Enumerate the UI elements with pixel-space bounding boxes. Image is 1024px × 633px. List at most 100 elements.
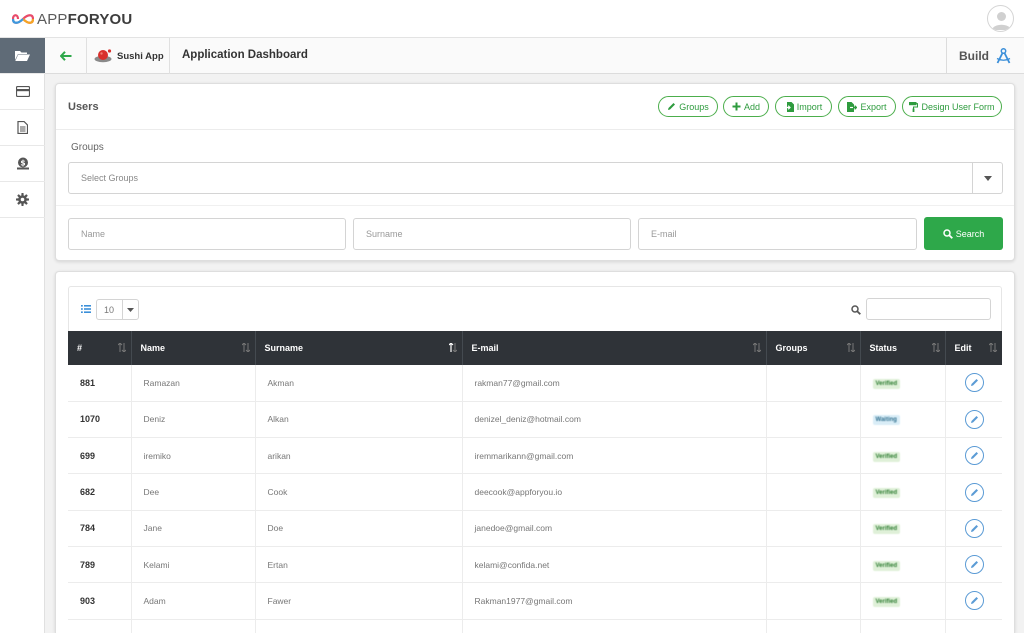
table-row[interactable]: 1070 Deniz Alkan denizel_deniz@hotmail.com W… bbox=[68, 401, 1002, 438]
arrow-left-icon bbox=[59, 51, 71, 61]
sushi-app-icon bbox=[94, 49, 112, 63]
edit-user-button[interactable] bbox=[964, 482, 984, 502]
search-button[interactable]: Search bbox=[924, 217, 1003, 250]
col-header-edit[interactable]: Edit bbox=[945, 331, 1002, 365]
select-groups-dropdown[interactable]: Select Groups bbox=[68, 162, 1003, 194]
cell-email: Rakman1977@gmail.com bbox=[462, 582, 767, 620]
edit-user-button[interactable] bbox=[964, 446, 984, 466]
cell-surname: Alkan bbox=[255, 401, 463, 438]
cell-groups bbox=[766, 401, 861, 438]
edit-user-button[interactable] bbox=[964, 555, 984, 575]
table-row[interactable]: 699 iremiko arikan iremmarikann@gmail.com Ve… bbox=[68, 437, 1002, 474]
folder-open-icon bbox=[15, 51, 30, 61]
import-button[interactable]: Import bbox=[775, 96, 832, 117]
page-title: Application Dashboard bbox=[182, 49, 308, 61]
status-badge: Verified bbox=[872, 488, 901, 499]
cell-status: Verified bbox=[860, 473, 946, 511]
col-header-groups[interactable]: Groups bbox=[766, 331, 861, 365]
surname-input[interactable] bbox=[353, 218, 631, 250]
groups-button-label: Groups bbox=[679, 101, 709, 112]
edit-user-button[interactable] bbox=[964, 373, 984, 393]
back-button[interactable] bbox=[45, 38, 87, 74]
col-header-label: E-mail bbox=[471, 343, 499, 353]
edit-user-button[interactable] bbox=[964, 518, 984, 538]
email-input[interactable] bbox=[638, 218, 917, 250]
app-selector[interactable]: Sushi App bbox=[88, 38, 170, 74]
cell-edit bbox=[945, 438, 1002, 474]
cell-surname: Ertan bbox=[255, 546, 463, 583]
col-header-label: Surname bbox=[264, 343, 304, 353]
user-icon bbox=[992, 12, 1011, 30]
build-button[interactable]: Build bbox=[946, 38, 1024, 74]
cell-name: Adam bbox=[131, 582, 256, 620]
table-row[interactable]: 789 Kelami Ertan kelami@confida.net Verified bbox=[68, 546, 1002, 583]
plus-icon bbox=[732, 102, 741, 111]
table-row[interactable]: 784 Jane Doe janedoe@gmail.com Verified bbox=[68, 510, 1002, 547]
sort-icon bbox=[117, 343, 126, 352]
card-header-divider bbox=[56, 129, 1014, 130]
table-row[interactable]: 903 Adam Fawer Rakman1977@gmail.com Verified bbox=[68, 582, 1002, 620]
name-input[interactable] bbox=[68, 218, 346, 250]
sidebar-item-settings[interactable] bbox=[0, 182, 45, 218]
design-user-form-button[interactable]: Design User Form bbox=[902, 96, 1002, 117]
col-header-name[interactable]: Name bbox=[131, 331, 256, 365]
export-button[interactable]: Export bbox=[838, 96, 896, 117]
export-button-label: Export bbox=[860, 101, 887, 112]
search-icon bbox=[942, 228, 953, 239]
edit-user-button[interactable] bbox=[964, 591, 984, 611]
cell-edit bbox=[945, 365, 1002, 401]
edit-user-button[interactable] bbox=[964, 409, 984, 429]
app-name: Sushi App bbox=[117, 50, 164, 62]
cell-groups bbox=[766, 365, 861, 402]
col-header-id[interactable]: # bbox=[68, 331, 132, 365]
page-length-select[interactable]: 10 bbox=[96, 299, 139, 320]
cell-status: Verified bbox=[860, 546, 946, 583]
col-header-surname[interactable]: Surname bbox=[255, 331, 463, 365]
cell-name: Ramazan bbox=[131, 365, 256, 402]
cell-id: 682 bbox=[68, 473, 132, 511]
filter-divider bbox=[56, 205, 1014, 206]
paint-roller-icon bbox=[909, 101, 919, 112]
users-heading: Users bbox=[68, 101, 99, 113]
status-badge: Verified bbox=[872, 378, 901, 389]
app-header-bar: Sushi App Application Dashboard Build bbox=[45, 38, 1024, 74]
user-avatar[interactable] bbox=[987, 5, 1014, 32]
groups-field-label: Groups bbox=[71, 142, 104, 153]
users-filter-card: Users Groups Add Import Export Design Us… bbox=[55, 83, 1015, 261]
add-user-button[interactable]: Add bbox=[723, 96, 769, 117]
sort-icon bbox=[931, 343, 940, 352]
search-icon bbox=[851, 305, 861, 315]
table-search-input[interactable] bbox=[866, 298, 991, 320]
sidebar-item-payments[interactable] bbox=[0, 74, 45, 110]
cell-groups bbox=[766, 473, 861, 511]
groups-button[interactable]: Groups bbox=[658, 96, 718, 117]
sort-icon bbox=[752, 343, 761, 352]
sort-asc-icon bbox=[448, 343, 457, 352]
cell-groups bbox=[766, 437, 861, 474]
col-header-email[interactable]: E-mail bbox=[462, 331, 767, 365]
cell-email: iremmarikann@gmail.com bbox=[462, 437, 767, 474]
add-button-label: Add bbox=[743, 101, 760, 112]
appforyou-logo[interactable]: APPFORYOU bbox=[12, 9, 132, 29]
status-badge: Waiting bbox=[872, 415, 900, 426]
sidebar-item-documents[interactable] bbox=[0, 110, 45, 146]
cell-groups bbox=[766, 582, 861, 620]
pencil-icon bbox=[970, 488, 978, 496]
cell-id: 903 bbox=[68, 582, 132, 620]
page-length-toggle[interactable] bbox=[122, 300, 138, 319]
select-groups-placeholder: Select Groups bbox=[81, 173, 139, 183]
cell-empty bbox=[945, 619, 1002, 633]
file-export-icon bbox=[847, 101, 858, 112]
sidebar-item-billing[interactable]: $ bbox=[0, 146, 45, 182]
table-row[interactable]: 881 Ramazan Akman rakman77@gmail.com Verifie… bbox=[68, 365, 1002, 402]
sidebar-item-applications[interactable] bbox=[0, 38, 45, 74]
dropdown-toggle[interactable] bbox=[972, 163, 1002, 193]
cell-status: Verified bbox=[860, 582, 946, 620]
col-header-label: Status bbox=[869, 343, 898, 353]
build-label: Build bbox=[959, 49, 989, 63]
table-row[interactable] bbox=[68, 619, 1002, 633]
col-header-status[interactable]: Status bbox=[860, 331, 946, 365]
table-row[interactable]: 682 Dee Cook deecook@appforyou.io Verified bbox=[68, 473, 1002, 511]
cell-edit bbox=[945, 474, 1002, 510]
cell-empty bbox=[462, 619, 767, 633]
